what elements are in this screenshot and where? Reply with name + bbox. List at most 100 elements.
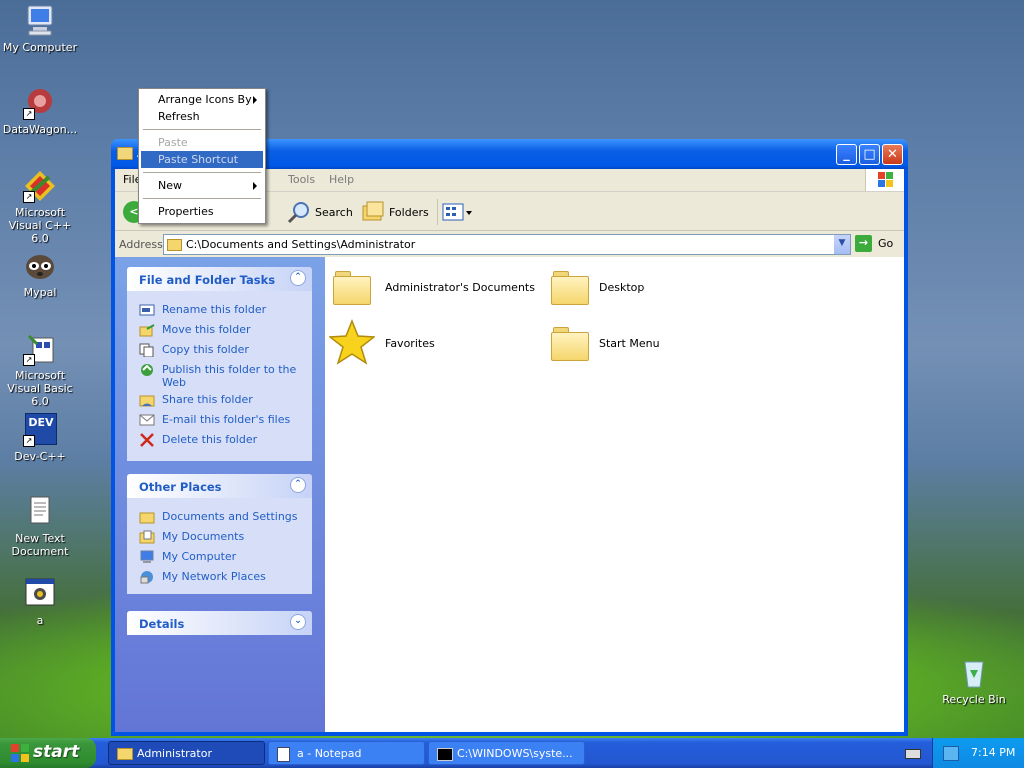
address-dropdown-button[interactable]: ▼ bbox=[834, 235, 850, 254]
context-item-paste-shortcut[interactable]: Paste Shortcut bbox=[141, 151, 263, 168]
other-places-panel: Other Places ⌃ Documents and Settings My… bbox=[127, 474, 312, 594]
folders-label: Folders bbox=[389, 206, 429, 219]
context-item-properties[interactable]: Properties bbox=[141, 203, 263, 220]
file-item-label: Start Menu bbox=[599, 337, 660, 350]
file-item-label: Favorites bbox=[385, 337, 435, 350]
keyboard-icon[interactable] bbox=[905, 749, 921, 759]
file-item-start-menu[interactable]: Start Menu bbox=[551, 327, 751, 363]
panel-title: File and Folder Tasks bbox=[139, 273, 276, 287]
context-item-paste[interactable]: Paste bbox=[141, 134, 263, 151]
desktop-icon-label: DataWagon... bbox=[2, 123, 78, 136]
file-list[interactable]: Administrator's Documents Desktop Favori… bbox=[325, 257, 904, 732]
menu-tools[interactable]: Tools bbox=[288, 173, 315, 186]
my-documents-icon bbox=[139, 530, 155, 544]
desktop-icon-my-computer[interactable]: My Computer bbox=[0, 4, 80, 54]
publish-web-icon bbox=[141, 364, 153, 376]
panel-header[interactable]: Details ⌄ bbox=[127, 611, 312, 635]
go-button[interactable]: → Go bbox=[855, 235, 901, 253]
taskbar: start Administrator a - Notepad C:\WINDO… bbox=[0, 738, 1024, 768]
context-item-new[interactable]: New bbox=[141, 177, 263, 194]
desktop-icon-mypal[interactable]: Mypal bbox=[0, 249, 80, 299]
context-item-arrange-icons-by[interactable]: Arrange Icons By bbox=[141, 91, 263, 108]
recycle-bin-icon bbox=[957, 656, 991, 690]
search-label: Search bbox=[315, 206, 353, 219]
file-item-label: Administrator's Documents bbox=[385, 281, 535, 294]
desktop-icon-datawagon[interactable]: ↗ DataWagon... bbox=[0, 86, 80, 136]
folders-button[interactable]: Folders bbox=[361, 199, 431, 225]
share-icon bbox=[139, 395, 155, 407]
panel-header[interactable]: Other Places ⌃ bbox=[127, 474, 312, 498]
minimize-button[interactable]: _ bbox=[836, 144, 857, 165]
desktop-icon-visual-basic[interactable]: ↗ Microsoft Visual Basic 6.0 bbox=[0, 332, 80, 408]
task-pane: File and Folder Tasks ⌃ Rename this fold… bbox=[115, 257, 325, 732]
submenu-arrow-icon bbox=[253, 182, 257, 190]
collapse-chevron-icon[interactable]: ⌃ bbox=[290, 270, 306, 286]
address-input[interactable]: C:\Documents and Settings\Administrator … bbox=[163, 234, 851, 255]
move-icon bbox=[139, 324, 155, 337]
taskbar-item-administrator[interactable]: Administrator bbox=[108, 741, 265, 765]
folder-icon bbox=[117, 748, 133, 760]
panel-title: Other Places bbox=[139, 480, 222, 494]
address-value: C:\Documents and Settings\Administrator bbox=[186, 238, 416, 251]
menu-help[interactable]: Help bbox=[329, 173, 354, 186]
network-icon bbox=[140, 571, 153, 584]
shortcut-arrow-icon: ↗ bbox=[23, 435, 35, 447]
collapse-chevron-icon[interactable]: ⌃ bbox=[290, 477, 306, 493]
views-button[interactable] bbox=[437, 199, 474, 225]
visual-cpp-icon: ↗ bbox=[23, 169, 57, 203]
explorer-window[interactable]: A _ □ ✕ File Tools Help < Search Folders bbox=[111, 139, 908, 736]
network-tray-icon[interactable] bbox=[943, 746, 959, 761]
rename-icon bbox=[139, 304, 155, 316]
windows-logo-icon bbox=[11, 744, 29, 762]
panel-header[interactable]: File and Folder Tasks ⌃ bbox=[127, 267, 312, 291]
desktop-icon-label: a bbox=[36, 614, 44, 627]
desktop-icon-label: Microsoft Visual Basic 6.0 bbox=[7, 369, 73, 408]
folders-icon bbox=[362, 201, 384, 221]
star-icon bbox=[329, 319, 375, 365]
text-document-icon bbox=[23, 495, 57, 529]
desktop[interactable]: My Computer ↗ DataWagon... ↗ Microsoft V… bbox=[0, 0, 1024, 768]
panel-title: Details bbox=[139, 617, 185, 631]
close-button[interactable]: ✕ bbox=[882, 144, 903, 165]
taskbar-item-notepad[interactable]: a - Notepad bbox=[268, 741, 425, 765]
maximize-button[interactable]: □ bbox=[859, 144, 880, 165]
desktop-icon-new-text-document[interactable]: New Text Document bbox=[0, 495, 80, 558]
details-panel: Details ⌄ bbox=[127, 611, 312, 635]
file-item-label: Desktop bbox=[599, 281, 645, 294]
datawagon-icon: ↗ bbox=[23, 86, 57, 120]
context-item-refresh[interactable]: Refresh bbox=[141, 108, 263, 125]
delete-icon bbox=[140, 433, 154, 447]
file-item-favorites[interactable]: Favorites bbox=[329, 319, 533, 367]
desktop-context-menu: Arrange Icons By Refresh Paste Paste Sho… bbox=[138, 88, 266, 224]
system-tray: 7:14 PM bbox=[932, 738, 1024, 768]
folder-icon bbox=[551, 327, 589, 361]
start-label: start bbox=[33, 742, 80, 762]
my-computer-icon bbox=[23, 4, 57, 38]
go-label: Go bbox=[878, 237, 894, 250]
shortcut-arrow-icon: ↗ bbox=[23, 191, 35, 203]
clock: 7:14 PM bbox=[971, 746, 1016, 759]
search-button[interactable]: Search bbox=[287, 199, 357, 225]
desktop-icon-a[interactable]: a bbox=[0, 577, 80, 627]
notepad-icon bbox=[277, 747, 290, 762]
taskbar-item-cmd[interactable]: C:\WINDOWS\syste... bbox=[428, 741, 585, 765]
mypal-icon bbox=[23, 249, 57, 283]
windows-logo-icon bbox=[865, 169, 904, 191]
file-folder-tasks-panel: File and Folder Tasks ⌃ Rename this fold… bbox=[127, 267, 312, 461]
folder-icon bbox=[117, 147, 133, 160]
desktop-icon-label: Mypal bbox=[23, 286, 57, 299]
desktop-icon-label: New Text Document bbox=[11, 532, 69, 558]
desktop-icon-recycle-bin[interactable]: Recycle Bin bbox=[934, 656, 1014, 706]
command-prompt-icon bbox=[437, 748, 453, 761]
views-icon bbox=[442, 203, 472, 221]
submenu-arrow-icon bbox=[253, 96, 257, 104]
start-button[interactable]: start bbox=[0, 738, 96, 768]
menu-separator bbox=[143, 172, 261, 173]
menu-separator bbox=[143, 198, 261, 199]
file-item-administrators-documents[interactable]: Administrator's Documents bbox=[333, 271, 535, 307]
file-item-desktop[interactable]: Desktop bbox=[551, 271, 751, 307]
desktop-icon-dev-cpp[interactable]: DEV ↗ Dev-C++ bbox=[0, 413, 80, 463]
desktop-icon-visual-cpp[interactable]: ↗ Microsoft Visual C++ 6.0 bbox=[0, 169, 80, 245]
desktop-icon-label: Dev-C++ bbox=[14, 450, 66, 463]
expand-chevron-icon[interactable]: ⌄ bbox=[290, 614, 306, 630]
